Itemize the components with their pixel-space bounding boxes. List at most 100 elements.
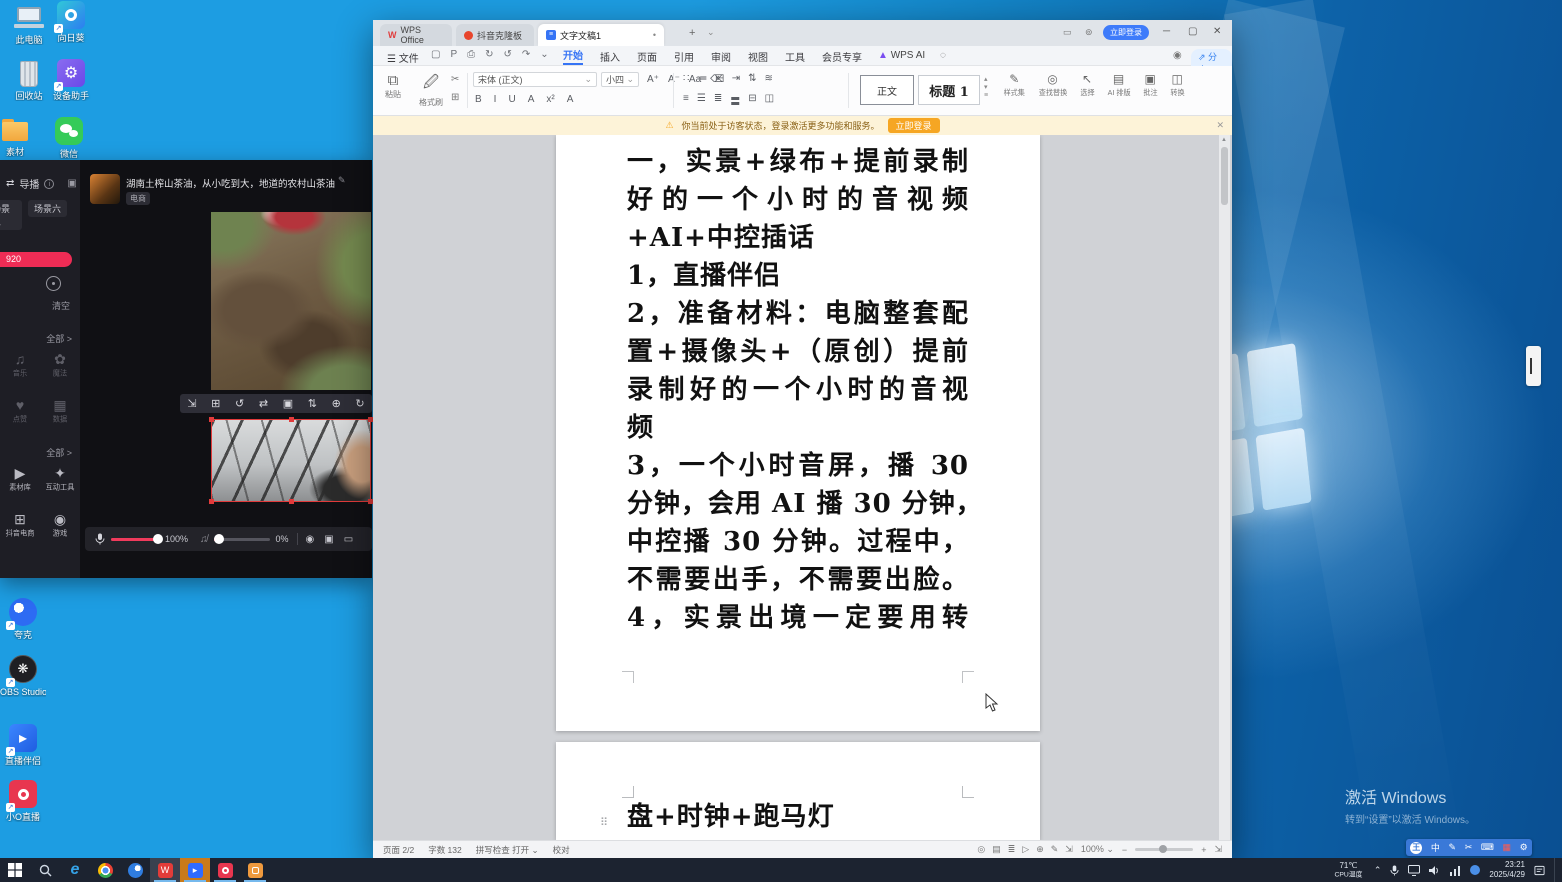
borders-button[interactable]: ◫ — [765, 93, 774, 108]
superscript-button[interactable]: x² — [546, 94, 554, 105]
tray-blue-app-icon[interactable] — [1470, 865, 1480, 875]
layout-mode-icon[interactable]: ▭ — [1063, 27, 1072, 38]
shading-button[interactable]: ⊟ — [748, 93, 756, 108]
tab-wps-ai[interactable]: ▲ WPS AI — [878, 50, 925, 61]
cpu-temp-widget[interactable]: 71℃ CPU温度 — [1332, 861, 1365, 879]
tab-list-icon[interactable]: ⌄ — [707, 27, 715, 38]
music-tool[interactable]: ♫音乐 — [0, 350, 40, 396]
vertical-scrollbar[interactable]: ▲ — [1219, 135, 1230, 840]
style-set-button[interactable]: ✎样式集 — [1003, 71, 1026, 98]
taskbar-browser-globe[interactable] — [120, 858, 150, 882]
action-center-icon[interactable] — [1534, 865, 1545, 876]
desktop-icon-device-helper[interactable]: ⚙ ↗ 设备助手 — [48, 59, 94, 101]
font-size-select[interactable]: 小四⌄ — [601, 72, 639, 87]
align-left-button[interactable]: ≡ — [683, 93, 689, 108]
new-file-icon[interactable]: ▢ — [431, 49, 440, 60]
spellcheck-status[interactable]: 拼写检查 打开 ⌄ — [476, 844, 539, 856]
music-muted-icon[interactable]: ♫̸ — [200, 534, 208, 545]
add-source-icon[interactable]: ⊕ — [332, 397, 341, 410]
popout-icon[interactable]: ▣ — [67, 178, 76, 189]
style-gallery-spinner[interactable]: ▴▾≡ — [984, 76, 988, 100]
ribbon-search-icon[interactable]: ◌ — [940, 50, 946, 61]
media-library-tool[interactable]: ▶素材库 — [0, 464, 40, 510]
taskbar-red-ring-app[interactable] — [210, 858, 240, 882]
page-view-icon[interactable]: ▤ — [992, 844, 1001, 855]
video-preview-selected[interactable] — [211, 419, 371, 502]
justify-button[interactable]: 〓 — [730, 93, 740, 108]
magic-tool[interactable]: ✿魔法 — [40, 350, 80, 396]
desktop-icon-obs[interactable]: ❋ ↗ OBS Studio — [0, 655, 46, 697]
desktop-icon-folder[interactable]: 素材 — [0, 115, 38, 157]
tray-mic-icon[interactable] — [1390, 865, 1399, 876]
edit-mode-icon[interactable]: ✎ — [1051, 844, 1059, 855]
proofing-status[interactable]: 校对 — [553, 844, 570, 856]
tray-expand-icon[interactable]: ⌃ — [1374, 865, 1382, 876]
douyin-shop-tool[interactable]: ⊞抖音电商 — [0, 510, 40, 556]
outline-view-icon[interactable]: ≣ — [1008, 844, 1016, 855]
desktop-icon-red-live-app[interactable]: ↗ 小O直播 — [0, 780, 46, 822]
outdent-button[interactable]: ⇤ — [715, 73, 723, 84]
taskbar-orange-app[interactable] — [240, 858, 270, 882]
reset-icon[interactable]: ↻ — [355, 397, 364, 410]
undo-icon[interactable]: ↺ — [504, 49, 512, 60]
annotate-button[interactable]: ▣批注 — [1143, 71, 1158, 98]
print-icon[interactable]: ⎙ — [467, 49, 475, 60]
add-scene-icon[interactable] — [46, 276, 61, 291]
notice-close-icon[interactable]: ✕ — [1216, 120, 1224, 131]
word-count[interactable]: 字数 132 — [428, 844, 462, 856]
tab-wps-home[interactable]: W WPS Office — [380, 24, 452, 46]
flip-vertical-icon[interactable]: ⇅ — [308, 397, 317, 410]
bullets-button[interactable]: ∷ — [683, 73, 689, 84]
page-2[interactable]: ⠿ 盘+时钟+跑马灯 — [556, 742, 1040, 840]
scrollbar-thumb[interactable] — [1221, 147, 1228, 205]
find-replace-button[interactable]: ◎查找替换 — [1038, 71, 1068, 98]
fit-screen-icon[interactable]: ⊞ — [211, 397, 220, 410]
maximize-button[interactable]: ▢ — [1188, 26, 1197, 37]
task-pane-icon[interactable]: ◎ — [977, 844, 985, 855]
live-counter-bar[interactable]: 920 — [0, 252, 72, 267]
grow-font-button[interactable]: A⁺ — [647, 74, 659, 85]
tray-volume-icon[interactable] — [1429, 865, 1440, 876]
group2-all-link[interactable]: 全部 > — [46, 446, 72, 459]
mic-volume-slider[interactable] — [111, 538, 159, 541]
ime-lang-toggle[interactable]: 中 — [1431, 841, 1440, 854]
underline-button[interactable]: U — [508, 94, 515, 105]
zoom-slider[interactable] — [1135, 848, 1193, 851]
taskbar-edge[interactable]: e — [60, 858, 90, 882]
numbering-button[interactable]: ≔ — [697, 73, 707, 84]
align-center-button[interactable]: ☰ — [697, 93, 706, 108]
paragraph-grip-icon[interactable]: ⠿ — [600, 816, 608, 829]
switch-mode-icon[interactable]: ⇄ — [6, 178, 14, 189]
export-pdf-icon[interactable]: P — [450, 49, 457, 60]
scene-thumbnail[interactable] — [90, 174, 120, 204]
style-heading1[interactable]: 标题 1 — [918, 75, 980, 105]
redo-icon[interactable]: ↷ — [522, 49, 530, 60]
sort-button[interactable]: ≋ — [765, 73, 773, 84]
ai-layout-button[interactable]: ▤AI 排版 — [1107, 71, 1131, 98]
italic-button[interactable]: I — [494, 94, 497, 105]
skin-settings-icon[interactable]: ⊚ — [1085, 27, 1093, 38]
ime-logo-icon[interactable]: 王 — [1410, 842, 1422, 854]
crop-icon[interactable]: ▣ — [283, 397, 293, 410]
zoom-out-icon[interactable]: − — [1122, 845, 1127, 855]
font-color-button[interactable]: A — [528, 94, 535, 105]
tab-document-active[interactable]: ≡ 文字文稿1 • — [538, 24, 664, 46]
web-view-icon[interactable]: ⊕ — [1036, 844, 1044, 855]
taskbar-chrome[interactable] — [90, 858, 120, 882]
music-volume-slider[interactable] — [214, 538, 270, 541]
clear-button[interactable]: 清空 — [52, 299, 70, 312]
clock-widget[interactable]: 23:21 2025/4/29 — [1489, 860, 1525, 880]
group1-all-link[interactable]: 全部 > — [46, 332, 72, 345]
fit-page-icon[interactable]: ⇲ — [1065, 844, 1073, 855]
edit-title-icon[interactable]: ✎ — [338, 175, 346, 186]
game-tool[interactable]: ◉游戏 — [40, 510, 80, 556]
microphone-icon[interactable] — [95, 533, 105, 545]
desktop-icon-recycle-bin[interactable]: 回收站 — [6, 59, 52, 101]
login-button[interactable]: 立即登录 — [1103, 25, 1149, 40]
scene-tab-6[interactable]: 场景六 — [28, 200, 67, 217]
scene-tab-5[interactable]: 场景五 — [0, 200, 22, 230]
more-commands-icon[interactable]: ⌄ — [540, 49, 548, 60]
like-tool[interactable]: ♥点赞 — [0, 396, 40, 442]
ime-handwrite-icon[interactable]: ✎ — [1449, 842, 1457, 853]
scroll-up-icon[interactable]: ▲ — [1221, 137, 1227, 143]
